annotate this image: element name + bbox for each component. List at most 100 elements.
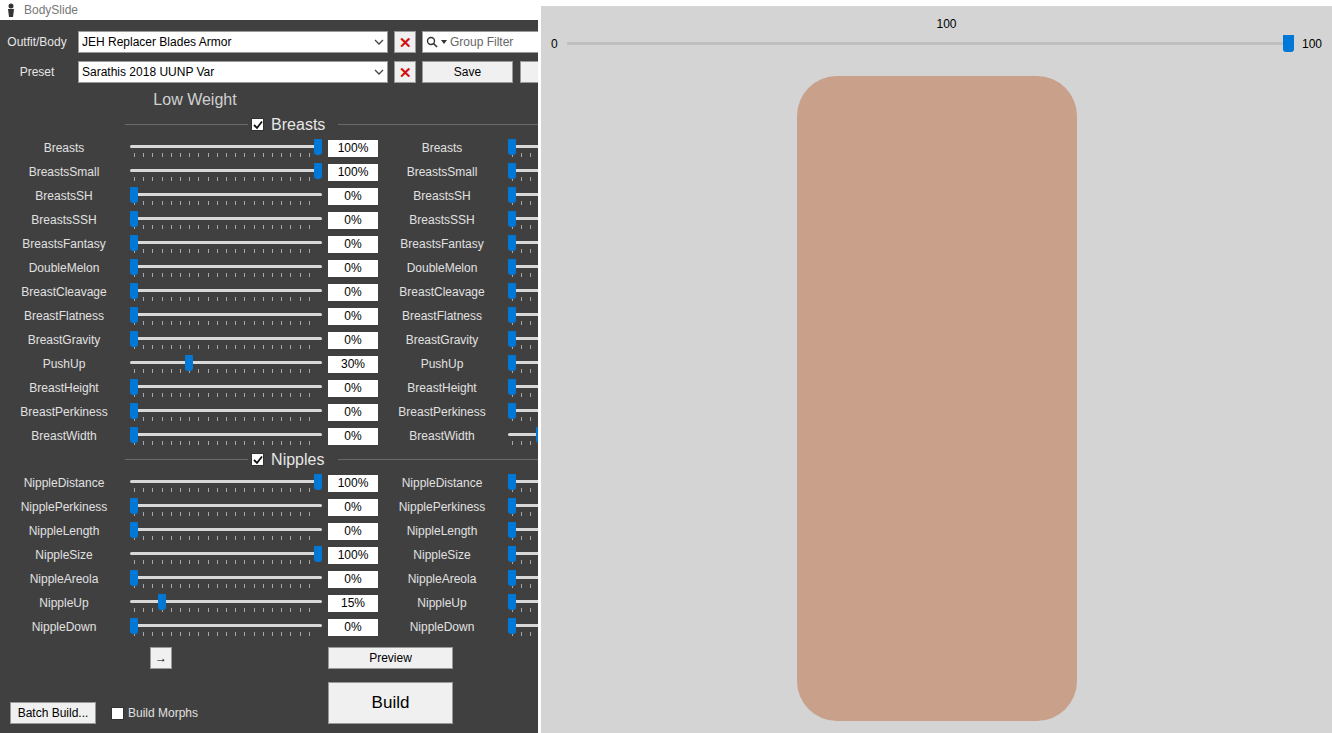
slider-thumb[interactable] xyxy=(130,283,138,299)
value-field[interactable]: 100% xyxy=(328,475,378,492)
save-button[interactable]: Save xyxy=(422,61,513,83)
low-slider[interactable] xyxy=(130,615,322,639)
slider-thumb[interactable] xyxy=(508,235,516,251)
slider-thumb[interactable] xyxy=(130,570,138,586)
low-slider[interactable] xyxy=(130,567,322,591)
slider-thumb[interactable] xyxy=(508,474,516,490)
outfit-dropdown[interactable]: JEH Replacer Blades Armor xyxy=(78,31,388,53)
slider-thumb[interactable] xyxy=(508,163,516,179)
value-field[interactable]: 0% xyxy=(328,619,378,636)
slider-thumb[interactable] xyxy=(508,259,516,275)
high-slider[interactable] xyxy=(508,184,538,208)
slider-thumb[interactable] xyxy=(130,379,138,395)
slider-thumb[interactable] xyxy=(130,211,138,227)
high-slider[interactable] xyxy=(508,376,538,400)
high-slider[interactable] xyxy=(508,567,538,591)
slider-thumb[interactable] xyxy=(314,474,322,490)
slider-thumb[interactable] xyxy=(536,427,538,443)
slider-thumb[interactable] xyxy=(130,331,138,347)
low-slider[interactable] xyxy=(130,160,322,184)
value-field[interactable]: 100% xyxy=(328,164,378,181)
high-slider[interactable] xyxy=(508,136,538,160)
slider-thumb[interactable] xyxy=(508,139,516,155)
slider-thumb[interactable] xyxy=(508,570,516,586)
section-checkbox[interactable] xyxy=(251,453,264,466)
value-field[interactable]: 0% xyxy=(328,260,378,277)
low-slider[interactable] xyxy=(130,208,322,232)
low-slider[interactable] xyxy=(130,280,322,304)
high-slider[interactable] xyxy=(508,328,538,352)
low-slider[interactable] xyxy=(130,543,322,567)
value-field[interactable]: 0% xyxy=(328,188,378,205)
slider-thumb[interactable] xyxy=(508,355,516,371)
high-slider[interactable] xyxy=(508,519,538,543)
low-slider[interactable] xyxy=(130,352,322,376)
slider-thumb[interactable] xyxy=(130,618,138,634)
value-field[interactable]: 100% xyxy=(328,547,378,564)
slider-thumb[interactable] xyxy=(158,594,166,610)
weight-slider[interactable] xyxy=(567,32,1294,56)
high-slider[interactable] xyxy=(508,591,538,615)
value-field[interactable]: 0% xyxy=(328,523,378,540)
high-slider[interactable] xyxy=(508,495,538,519)
group-filter[interactable]: Group Filter xyxy=(422,31,538,53)
slider-thumb[interactable] xyxy=(314,163,322,179)
slider-thumb[interactable] xyxy=(508,187,516,203)
high-slider[interactable] xyxy=(508,256,538,280)
arrow-button[interactable]: → xyxy=(150,647,172,669)
slider-thumb[interactable] xyxy=(130,427,138,443)
value-field[interactable]: 0% xyxy=(328,284,378,301)
high-slider[interactable] xyxy=(508,615,538,639)
value-field[interactable]: 0% xyxy=(328,380,378,397)
value-field[interactable]: 15% xyxy=(328,595,378,612)
value-field[interactable]: 0% xyxy=(328,571,378,588)
high-slider[interactable] xyxy=(508,543,538,567)
high-slider[interactable] xyxy=(508,208,538,232)
value-field[interactable]: 0% xyxy=(328,308,378,325)
slider-thumb[interactable] xyxy=(185,355,193,371)
low-slider[interactable] xyxy=(130,495,322,519)
low-slider[interactable] xyxy=(130,184,322,208)
high-slider[interactable] xyxy=(508,160,538,184)
slider-thumb[interactable] xyxy=(130,498,138,514)
high-slider[interactable] xyxy=(508,280,538,304)
value-field[interactable]: 0% xyxy=(328,236,378,253)
low-slider[interactable] xyxy=(130,328,322,352)
high-slider[interactable] xyxy=(508,471,538,495)
slider-thumb[interactable] xyxy=(314,139,322,155)
low-slider[interactable] xyxy=(130,304,322,328)
slider-thumb[interactable] xyxy=(130,187,138,203)
high-slider[interactable] xyxy=(508,232,538,256)
slider-thumb[interactable] xyxy=(508,594,516,610)
slider-thumb[interactable] xyxy=(508,307,516,323)
value-field[interactable]: 0% xyxy=(328,404,378,421)
low-slider[interactable] xyxy=(130,400,322,424)
slider-thumb[interactable] xyxy=(130,259,138,275)
slider-thumb[interactable] xyxy=(314,546,322,562)
value-field[interactable]: 0% xyxy=(328,499,378,516)
slider-thumb[interactable] xyxy=(130,307,138,323)
low-slider[interactable] xyxy=(130,136,322,160)
low-slider[interactable] xyxy=(130,471,322,495)
value-field[interactable]: 30% xyxy=(328,356,378,373)
high-slider[interactable] xyxy=(508,400,538,424)
slider-thumb[interactable] xyxy=(508,618,516,634)
preset-extra-button[interactable] xyxy=(520,61,538,83)
value-field[interactable]: 0% xyxy=(328,212,378,229)
batch-build-button[interactable]: Batch Build... xyxy=(10,702,96,724)
clear-button[interactable]: ✕ xyxy=(394,61,416,83)
slider-thumb[interactable] xyxy=(508,211,516,227)
low-slider[interactable] xyxy=(130,256,322,280)
slider-thumb[interactable] xyxy=(508,498,516,514)
low-slider[interactable] xyxy=(130,376,322,400)
slider-thumb[interactable] xyxy=(130,403,138,419)
clear-button[interactable]: ✕ xyxy=(394,31,416,53)
slider-thumb[interactable] xyxy=(130,235,138,251)
slider-thumb[interactable] xyxy=(508,403,516,419)
preview-button[interactable]: Preview xyxy=(328,647,453,669)
preset-dropdown[interactable]: Sarathis 2018 UUNP Var xyxy=(78,61,388,83)
value-field[interactable]: 0% xyxy=(328,428,378,445)
low-slider[interactable] xyxy=(130,591,322,615)
slider-thumb[interactable] xyxy=(508,546,516,562)
high-slider[interactable] xyxy=(508,352,538,376)
